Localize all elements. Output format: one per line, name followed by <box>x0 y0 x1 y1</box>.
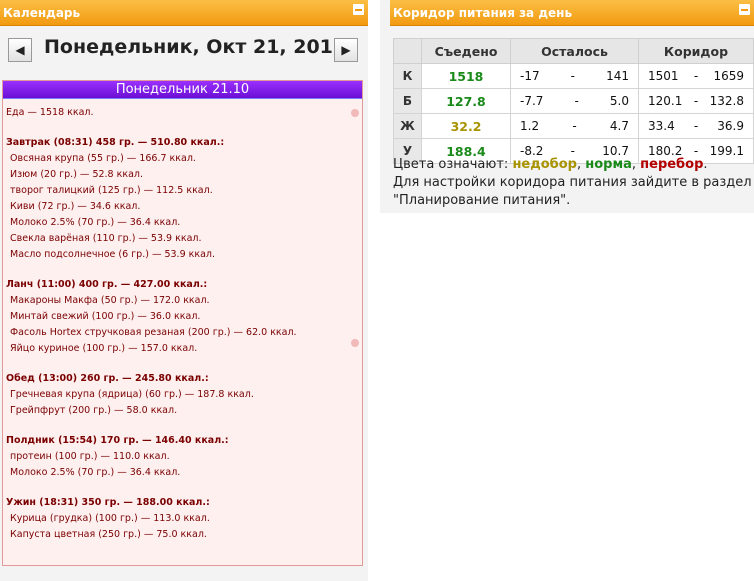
corridor-cell: 1501-1659 <box>638 63 754 89</box>
meal-title[interactable]: Ужин (18:31) 350 гр. — 188.00 ккал.: <box>6 495 362 511</box>
next-day-button[interactable]: ▶ <box>334 38 358 62</box>
legend-prefix: Цвета означают: <box>393 157 513 172</box>
day-body: Еда — 1518 ккал. Завтрак (08:31) 458 гр.… <box>3 99 362 543</box>
corridor-cell: 120.1-132.8 <box>638 88 754 114</box>
empty-area <box>380 213 754 581</box>
remain-min: -17 <box>520 69 540 83</box>
corridor-min: 1501 <box>648 69 679 83</box>
remain-min: -7.7 <box>520 94 544 108</box>
legend-end: . <box>703 157 708 172</box>
meal-item[interactable]: Минтай свежий (100 гр.) — 36.0 ккал. <box>6 309 362 325</box>
meal-title[interactable]: Ланч (11:00) 400 гр. — 427.00 ккал.: <box>6 277 362 293</box>
delete-icon[interactable] <box>351 339 359 347</box>
remain-cell: -17 - 141 <box>510 63 639 89</box>
dash: - <box>572 119 577 133</box>
corridor-header: Коридор питания за день <box>390 0 754 26</box>
remain-max: 4.7 <box>609 119 629 133</box>
meal-item[interactable]: Молоко 2.5% (70 гр.) — 36.4 ккал. <box>6 465 362 481</box>
meal-item[interactable]: Макароны Макфа (50 гр.) — 172.0 ккал. <box>6 293 362 309</box>
meal-title[interactable]: Завтрак (08:31) 458 гр. — 510.80 ккал.: <box>6 135 362 151</box>
calendar-header: Календарь <box>0 0 368 26</box>
dash: - <box>693 69 699 83</box>
corridor-header-title: Коридор питания за день <box>393 6 573 20</box>
legend-line: Цвета означают: недобор, норма, перебор. <box>393 156 754 174</box>
table-row: Ж 32.2 1.2 - 4.7 33.4 - 36.9 <box>393 113 754 139</box>
arrow-left-icon: ◀ <box>15 43 25 57</box>
remain-cell: -7.7 - 5.0 <box>510 88 639 114</box>
corridor-max: 132.8 <box>709 94 744 108</box>
collapse-icon[interactable] <box>739 4 750 15</box>
legend-separator: , <box>631 157 641 172</box>
day-header[interactable]: Понедельник 21.10 <box>3 81 362 99</box>
table-header-corner <box>393 38 422 64</box>
row-label: Б <box>393 88 422 114</box>
meal-item[interactable]: протеин (100 гр.) — 110.0 ккал. <box>6 449 362 465</box>
table-row: Б 127.8 -7.7-5.0 120.1-132.8 <box>393 88 754 114</box>
meal-title[interactable]: Обед (13:00) 260 гр. — 245.80 ккал.: <box>6 371 362 387</box>
meal-item[interactable]: Масло подсолнечное (6 гр.) — 53.9 ккал. <box>6 247 362 263</box>
meal-item[interactable]: Молоко 2.5% (70 гр.) — 36.4 ккал. <box>6 215 362 231</box>
meal-item[interactable]: Яйцо куриное (100 гр.) — 157.0 ккал. <box>6 341 362 357</box>
meal-item[interactable]: творог талицкий (125 гр.) — 112.5 ккал. <box>6 183 362 199</box>
corridor-max: 36.9 <box>717 119 744 133</box>
meal-item[interactable]: Овсяная крупа (55 гр.) — 166.7 ккал. <box>6 151 362 167</box>
day-entries-box: Понедельник 21.10 Еда — 1518 ккал. Завтр… <box>2 80 363 566</box>
meal-item[interactable]: Изюм (20 гр.) — 52.8 ккал. <box>6 167 362 183</box>
legend-norm: норма <box>585 157 632 172</box>
row-label: Ж <box>393 113 422 139</box>
corridor-max: 1659 <box>713 69 744 83</box>
legend-over: перебор <box>640 157 704 172</box>
eaten-cell: 32.2 <box>421 113 511 139</box>
remain-max: 5.0 <box>609 94 629 108</box>
prev-day-button[interactable]: ◀ <box>8 38 32 62</box>
date-navigation: ◀ Понедельник, Окт 21, 2013 ▶ <box>0 30 368 70</box>
dash: - <box>693 94 699 108</box>
meal-item[interactable]: Гречневая крупа (ядрица) (60 гр.) — 187.… <box>6 387 362 403</box>
legend-under: недобор <box>512 157 577 172</box>
meal-title[interactable]: Полдник (15:54) 170 гр. — 146.40 ккал.: <box>6 433 362 449</box>
corridor-cell: 33.4 - 36.9 <box>638 113 754 139</box>
corridor-note: Для настройки коридора питания зайдите в… <box>393 175 752 208</box>
dash: - <box>693 119 699 133</box>
corridor-min: 120.1 <box>648 94 683 108</box>
table-header: Съедено <box>421 38 511 64</box>
legend-separator: , <box>576 157 586 172</box>
eaten-cell: 1518 <box>421 63 511 89</box>
meal-item[interactable]: Фасоль Hortex стручковая резаная (200 гр… <box>6 325 362 341</box>
remain-cell: 1.2 - 4.7 <box>510 113 639 139</box>
remain-min: 1.2 <box>520 119 540 133</box>
delete-icon[interactable] <box>351 109 359 117</box>
table-header: Коридор <box>638 38 754 64</box>
table-row: К 1518 -17-141 1501-1659 <box>393 63 754 89</box>
legend: Цвета означают: недобор, норма, перебор.… <box>393 156 754 210</box>
table-header-row: Съедено Осталось Коридор <box>393 38 754 64</box>
dash: - <box>574 94 579 108</box>
date-title: Понедельник, Окт 21, 2013 <box>44 36 347 58</box>
arrow-right-icon: ▶ <box>341 43 351 57</box>
corridor-table: Съедено Осталось Коридор К 1518 -17 - 141 150… <box>393 38 754 164</box>
calendar-header-title: Календарь <box>3 6 81 20</box>
meal-item[interactable]: Капуста цветная (250 гр.) — 75.0 ккал. <box>6 527 362 543</box>
collapse-icon[interactable] <box>353 4 364 15</box>
eaten-cell: 127.8 <box>421 88 511 114</box>
dash: - <box>570 69 576 83</box>
meal-item[interactable]: Грейпфрут (200 гр.) — 58.0 ккал. <box>6 403 362 419</box>
meal-item[interactable]: Киви (72 гр.) — 34.6 ккал. <box>6 199 362 215</box>
remain-max: 141 <box>606 69 629 83</box>
food-total: Еда — 1518 ккал. <box>6 107 94 118</box>
corridor-min: 33.4 <box>648 119 675 133</box>
meal-item[interactable]: Свекла варёная (110 гр.) — 53.9 ккал. <box>6 231 362 247</box>
meal-item[interactable]: Курица (грудка) (100 гр.) — 113.0 ккал. <box>6 511 362 527</box>
row-label: К <box>393 63 422 89</box>
table-header: Осталось <box>510 38 639 64</box>
